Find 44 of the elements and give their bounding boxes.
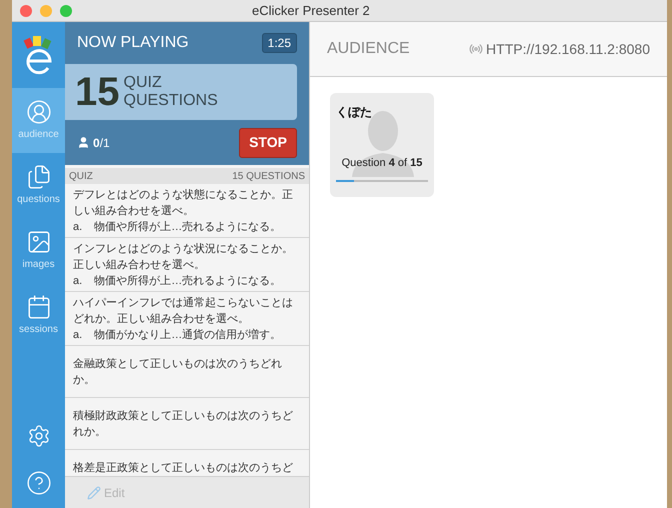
quiz-question-item[interactable]: インフレとはどのような状況になることか。正しい組み合わせを選べ。 a. 物価や所得が上…売れるようになる。	[65, 238, 309, 292]
questions-label: QUESTIONS	[124, 92, 218, 110]
question-count: 15	[75, 72, 120, 112]
answer-text: 物価や所得が上…売れるようになる。	[94, 274, 282, 288]
settings-icon	[26, 424, 50, 448]
question-text: デフレとはどのような状態になることか。正しい組み合わせを選べ。	[73, 188, 294, 218]
help-icon	[26, 470, 52, 496]
broadcast-icon	[469, 42, 484, 56]
student-progress-text: Question 4 of 15	[340, 156, 424, 171]
question-text: インフレとはどのような状況になることか。正しい組み合わせを選べ。	[73, 242, 294, 272]
student-card[interactable]: くぼた Question 4 of 15	[330, 93, 434, 197]
quiz-question-item[interactable]: ハイパーインフレでは通常起こらないことはどれか。正しい組み合わせを選べ。 a. 物価がかなり上…通貨の信用が増す。	[65, 292, 309, 346]
question-text: 格差是正政策として正しいものは次のうちど	[73, 461, 294, 476]
question-text: ハイパーインフレでは通常起こらないことはどれか。正しい組み合わせを選べ。	[73, 296, 294, 326]
quiz-label: QUIZ	[69, 170, 93, 184]
pencil-icon	[87, 486, 101, 500]
zoom-button[interactable]	[60, 4, 72, 16]
person-circle-icon	[26, 99, 52, 125]
answer-text: 物価がかなり上…通貨の信用が増す。	[94, 328, 282, 342]
quiz-question-item[interactable]: 金融政策として正しいものは次のうちどれか。	[65, 346, 309, 398]
respondent-count: 0/1	[93, 134, 110, 152]
answer-label: a.	[73, 328, 82, 342]
documents-icon	[26, 164, 52, 190]
quiz-question-item[interactable]: 積極財政政策として正しいものは次のうちどれか。	[65, 398, 309, 450]
question-text: 積極財政政策として正しいものは次のうちどれか。	[73, 409, 294, 440]
answer-text: 物価や所得が上…売れるようになる。	[94, 220, 282, 234]
stop-button[interactable]: STOP	[239, 128, 297, 158]
audience-title: AUDIENCE	[327, 39, 410, 59]
timer-badge: 1:25	[262, 33, 297, 53]
quiz-question-count: 15 QUESTIONS	[232, 170, 305, 184]
now-playing-title: NOW PLAYING	[77, 33, 189, 53]
quiz-type-label: QUIZ	[124, 74, 163, 92]
picture-icon	[26, 229, 52, 255]
window-title: eClicker Presenter 2	[252, 2, 370, 20]
quiz-question-item[interactable]: デフレとはどのような状態になることか。正しい組み合わせを選べ。 a. 物価や所得が上…売れるようになる。	[65, 184, 309, 238]
question-text: 金融政策として正しいものは次のうちどれか。	[73, 357, 283, 388]
person-icon	[77, 136, 90, 149]
minimize-button[interactable]	[40, 4, 52, 16]
answer-label: a.	[73, 220, 82, 234]
server-url: HTTP://192.168.11.2:8080	[486, 40, 650, 58]
close-button[interactable]	[20, 4, 32, 16]
answer-label: a.	[73, 274, 82, 288]
calendar-icon	[26, 294, 52, 320]
student-name: くぼた	[336, 104, 373, 121]
